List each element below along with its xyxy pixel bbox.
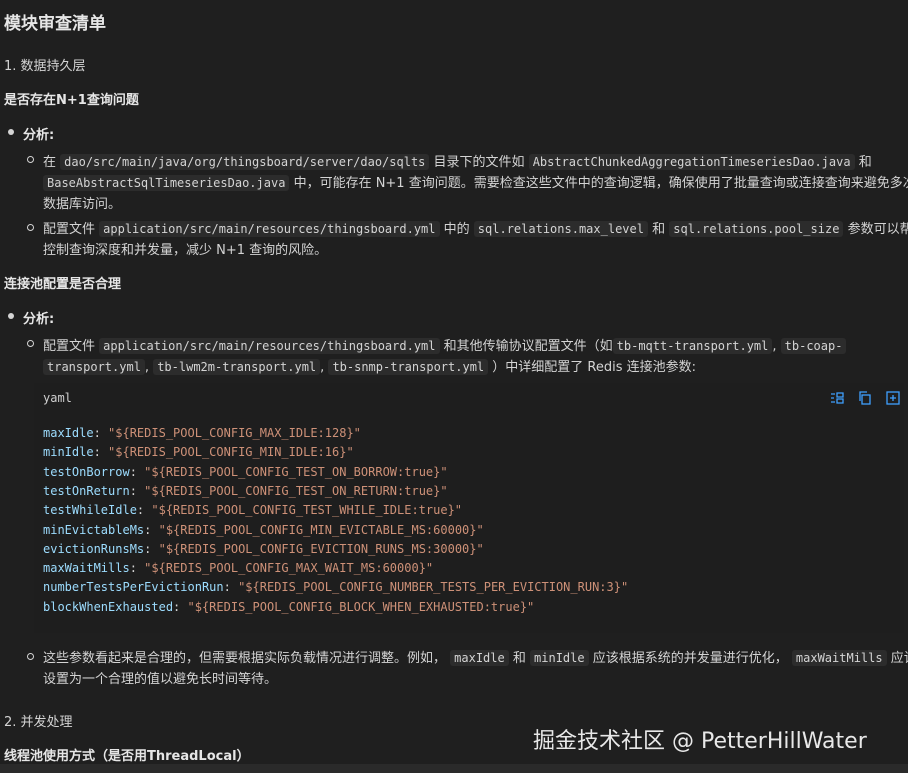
list-item-redis-line2: transport.yml, tb-lwm2m-transport.yml, t…	[43, 356, 696, 375]
inline-code: tb-mqtt-transport.yml	[612, 338, 773, 354]
page-title: 模块审查清单	[4, 14, 106, 34]
inline-code: tb-coap-	[780, 338, 847, 354]
code-line: minIdle: "${REDIS_POOL_CONFIG_MIN_IDLE:1…	[43, 445, 354, 460]
code-value: "${REDIS_POOL_CONFIG_MIN_EVICTABLE_MS:60…	[158, 522, 484, 537]
code-key: evictionRunsMs	[43, 541, 145, 556]
code-header: yaml	[34, 383, 904, 413]
watermark: 掘金技术社区 @ PetterHillWater	[533, 729, 867, 754]
code-key: maxWaitMills	[43, 561, 130, 576]
inline-code: application/src/main/resources/thingsboa…	[99, 338, 440, 354]
bullet-circle	[27, 653, 34, 660]
analysis-label: 分析:	[23, 128, 55, 143]
list-item-config-line2: 控制查询深度和并发量，减少 N+1 查询的风险。	[43, 243, 328, 258]
copy-icon[interactable]	[858, 391, 872, 405]
inline-code: dao/src/main/java/org/thingsboard/server…	[60, 154, 430, 170]
inline-code: sql.relations.max_level	[473, 221, 648, 237]
list-item-redis: 配置文件 application/src/main/resources/thin…	[43, 335, 847, 354]
code-value: "${REDIS_POOL_CONFIG_BLOCK_WHEN_EXHAUSTE…	[187, 599, 535, 614]
code-key: blockWhenExhausted	[43, 599, 174, 614]
code-line: testOnReturn: "${REDIS_POOL_CONFIG_TEST_…	[43, 483, 448, 498]
code-value: "${REDIS_POOL_CONFIG_TEST_ON_BORROW:true…	[144, 464, 448, 479]
list-item-advice: 这些参数看起来是合理的，但需要根据实际负载情况进行调整。例如， maxIdle …	[43, 650, 908, 666]
code-value: "${REDIS_POOL_CONFIG_MAX_WAIT_MS:60000}"	[144, 561, 434, 576]
bullet-disc	[8, 129, 14, 135]
inline-code: transport.yml	[43, 359, 145, 375]
code-language: yaml	[43, 391, 72, 405]
code-value: "${REDIS_POOL_CONFIG_EVICTION_RUNS_MS:30…	[158, 541, 484, 556]
inline-code: application/src/main/resources/thingsboa…	[99, 221, 440, 237]
question-pool: 连接池配置是否合理	[4, 277, 122, 292]
code-value: "${REDIS_POOL_CONFIG_TEST_ON_RETURN:true…	[144, 483, 448, 498]
code-key: testOnReturn	[43, 483, 130, 498]
wrap-icon[interactable]	[830, 391, 844, 405]
code-line: minEvictableMs: "${REDIS_POOL_CONFIG_MIN…	[43, 522, 484, 537]
code-value: "${REDIS_POOL_CONFIG_TEST_WHILE_IDLE:tru…	[151, 503, 463, 518]
bullet-circle	[27, 340, 34, 347]
code-line: blockWhenExhausted: "${REDIS_POOL_CONFIG…	[43, 599, 535, 614]
code-value: "${REDIS_POOL_CONFIG_MAX_IDLE:128}"	[108, 426, 361, 440]
inline-code: sql.relations.pool_size	[669, 221, 844, 237]
question-n-plus-1: 是否存在N+1查询问题	[4, 93, 139, 108]
list-item-config: 配置文件 application/src/main/resources/thin…	[43, 221, 908, 237]
bullet-circle	[27, 156, 34, 163]
list-item-dao-line2: BaseAbstractSqlTimeseriesDao.java 中，可能存在…	[43, 172, 908, 191]
bullet-disc	[8, 313, 14, 319]
analysis-label-2: 分析:	[23, 312, 55, 327]
code-line: numberTestsPerEvictionRun: "${REDIS_POOL…	[43, 580, 629, 595]
bullet-circle	[27, 224, 34, 231]
code-key: numberTestsPerEvictionRun	[43, 580, 224, 595]
code-line: maxIdle: "${REDIS_POOL_CONFIG_MAX_IDLE:1…	[43, 426, 361, 440]
code-line: maxWaitMills: "${REDIS_POOL_CONFIG_MAX_W…	[43, 561, 434, 576]
inline-code: BaseAbstractSqlTimeseriesDao.java	[43, 175, 290, 191]
inline-code: maxIdle	[450, 650, 509, 666]
list-item-dao: 在 dao/src/main/java/org/thingsboard/serv…	[43, 154, 872, 170]
question-threadlocal: 线程池使用方式（是否用ThreadLocal）	[4, 749, 250, 764]
code-value: "${REDIS_POOL_CONFIG_NUMBER_TESTS_PER_EV…	[238, 580, 629, 595]
code-key: maxIdle	[43, 426, 94, 440]
inline-code: AbstractChunkedAggregationTimeseriesDao.…	[528, 154, 855, 170]
inline-code: maxWaitMills	[791, 650, 887, 666]
inline-code: minIdle	[530, 650, 589, 666]
code-key: minIdle	[43, 445, 94, 460]
code-key: testOnBorrow	[43, 464, 130, 479]
inline-code: tb-snmp-transport.yml	[328, 359, 489, 375]
inline-code: tb-lwm2m-transport.yml	[153, 359, 321, 375]
code-line: testWhileIdle: "${REDIS_POOL_CONFIG_TEST…	[43, 503, 463, 518]
section-heading-1: 1. 数据持久层	[4, 59, 86, 74]
insert-icon[interactable]	[886, 391, 900, 405]
code-value: "${REDIS_POOL_CONFIG_MIN_IDLE:16}"	[108, 445, 354, 460]
section-heading-2: 2. 并发处理	[4, 715, 73, 730]
code-line: evictionRunsMs: "${REDIS_POOL_CONFIG_EVI…	[43, 541, 484, 556]
list-item-dao-line3: 数据库访问。	[43, 197, 122, 212]
list-item-advice-line2: 设置为一个合理的值以避免长时间等待。	[43, 672, 278, 687]
bottom-bar	[0, 764, 908, 773]
code-key: minEvictableMs	[43, 522, 145, 537]
code-key: testWhileIdle	[43, 503, 137, 518]
code-line: testOnBorrow: "${REDIS_POOL_CONFIG_TEST_…	[43, 464, 448, 479]
